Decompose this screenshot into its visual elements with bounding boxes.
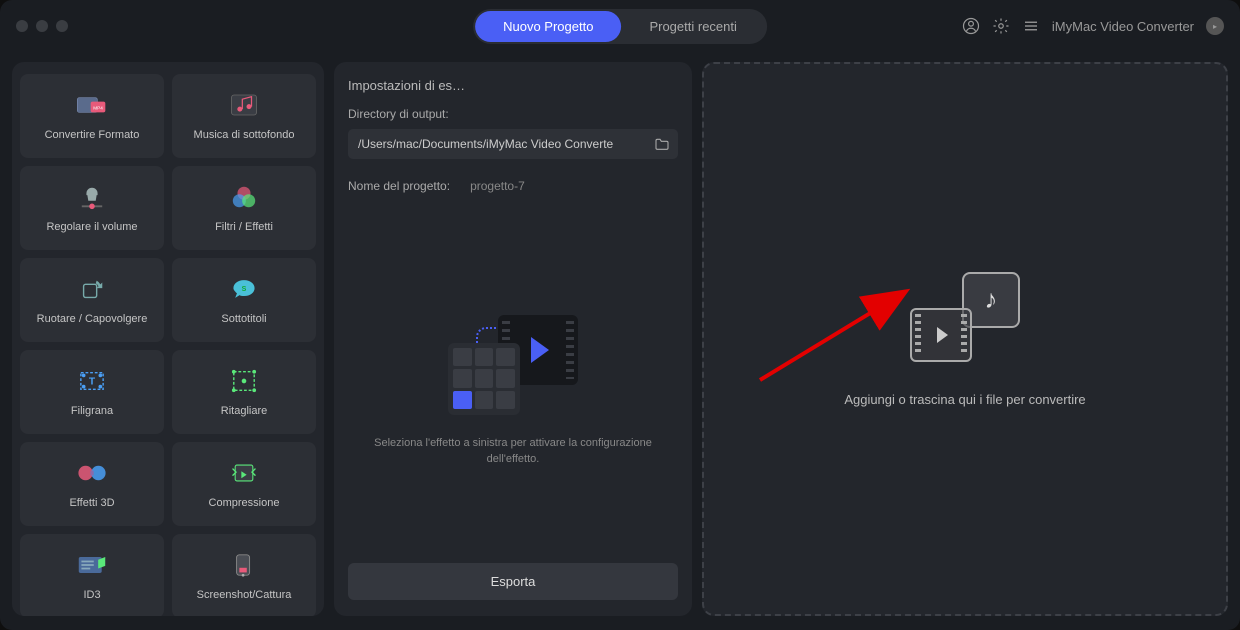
tool-label: Compressione (209, 497, 280, 509)
user-icon[interactable] (962, 17, 980, 35)
svg-text:MP4: MP4 (93, 106, 103, 111)
export-button[interactable]: Esporta (348, 563, 678, 600)
file-dropzone[interactable]: ♪ Aggiungi o trascina qui i file per con… (702, 62, 1228, 616)
tool-convert[interactable]: MP4 Convertire Formato (20, 74, 164, 158)
app-window: Nuovo Progetto Progetti recenti iMyMac V… (0, 0, 1240, 630)
dropzone-text: Aggiungi o trascina qui i file per conve… (844, 392, 1085, 407)
tool-label: Ritagliare (221, 405, 267, 417)
tool-watermark[interactable]: T Filigrana (20, 350, 164, 434)
rotate-icon (76, 275, 108, 303)
settings-title: Impostazioni di es… (348, 78, 678, 93)
settings-panel: Impostazioni di es… Directory di output:… (334, 62, 692, 616)
tool-id3[interactable]: ID3 (20, 534, 164, 616)
project-name-label: Nome del progetto: (348, 179, 450, 193)
tool-label: Musica di sottofondo (194, 129, 295, 141)
tool-screenshot[interactable]: Screenshot/Cattura (172, 534, 316, 616)
tool-label: ID3 (83, 589, 100, 601)
tools-sidebar: MP4 Convertire Formato Musica di sottofond… (12, 62, 324, 616)
main-tabs: Nuovo Progetto Progetti recenti (473, 9, 767, 44)
menu-icon[interactable] (1022, 17, 1040, 35)
gear-icon[interactable] (992, 17, 1010, 35)
crop-icon (228, 367, 260, 395)
tool-label: Ruotare / Capovolgere (37, 313, 148, 325)
titlebar: Nuovo Progetto Progetti recenti iMyMac V… (0, 0, 1240, 52)
tool-crop[interactable]: Ritagliare (172, 350, 316, 434)
output-dir-value: /Users/mac/Documents/iMyMac Video Conver… (358, 137, 613, 151)
watermark-icon: T (76, 367, 108, 395)
tool-compress[interactable]: Compressione (172, 442, 316, 526)
music-icon (228, 91, 260, 119)
tool-label: Sottotitoli (221, 313, 266, 325)
browse-folder-icon[interactable] (654, 137, 670, 151)
tool-label: Effetti 3D (69, 497, 114, 509)
effect-hint-text: Seleziona l'effetto a sinistra per attiv… (373, 435, 653, 468)
tab-recent-projects[interactable]: Progetti recenti (621, 11, 764, 42)
tool-label: Convertire Formato (45, 129, 140, 141)
dropzone-media-icon: ♪ (910, 272, 1020, 362)
tool-volume[interactable]: Regolare il volume (20, 166, 164, 250)
tool-music[interactable]: Musica di sottofondo (172, 74, 316, 158)
tool-label: Regolare il volume (46, 221, 137, 233)
app-logo-icon: ▸ (1206, 17, 1224, 35)
id3-icon (76, 551, 108, 579)
zoom-window-button[interactable] (56, 20, 68, 32)
close-window-button[interactable] (16, 20, 28, 32)
tab-new-project[interactable]: Nuovo Progetto (475, 11, 621, 42)
minimize-window-button[interactable] (36, 20, 48, 32)
effect-preview-icon (448, 315, 578, 415)
tool-3d[interactable]: Effetti 3D (20, 442, 164, 526)
tool-label: Filtri / Effetti (215, 221, 273, 233)
effect-preview-area: Seleziona l'effetto a sinistra per attiv… (348, 219, 678, 563)
output-dir-input[interactable]: /Users/mac/Documents/iMyMac Video Conver… (348, 129, 678, 159)
project-name-input[interactable] (462, 173, 678, 199)
svg-text:S: S (242, 286, 247, 293)
convert-icon: MP4 (76, 91, 108, 119)
tool-filters[interactable]: Filtri / Effetti (172, 166, 316, 250)
tool-rotate[interactable]: Ruotare / Capovolgere (20, 258, 164, 342)
traffic-lights (16, 20, 68, 32)
svg-text:T: T (89, 377, 96, 388)
3d-icon (76, 459, 108, 487)
volume-icon (76, 183, 108, 211)
output-dir-label: Directory di output: (348, 107, 678, 121)
subtitles-icon: S (228, 275, 260, 303)
tool-subtitles[interactable]: S Sottotitoli (172, 258, 316, 342)
tool-label: Screenshot/Cattura (197, 589, 292, 601)
compress-icon (228, 459, 260, 487)
screenshot-icon (228, 551, 260, 579)
filters-icon (228, 183, 260, 211)
app-name: iMyMac Video Converter (1052, 19, 1194, 34)
tool-label: Filigrana (71, 405, 113, 417)
